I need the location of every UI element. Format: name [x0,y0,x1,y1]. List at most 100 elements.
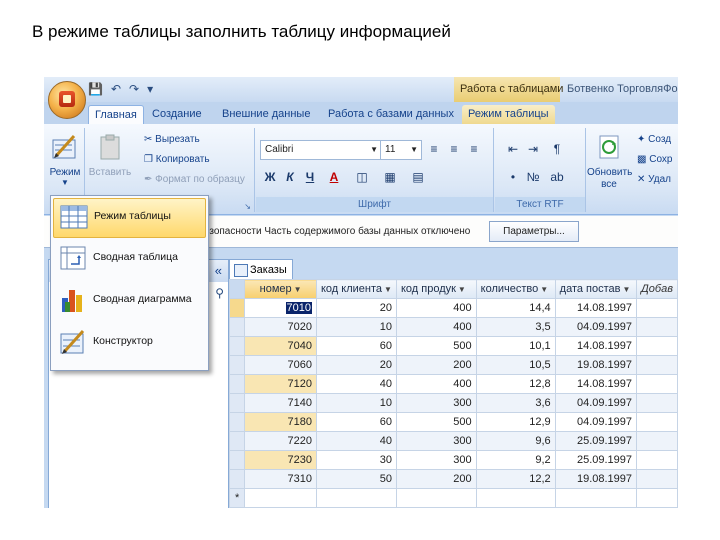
table-cell[interactable]: 3,5 [475,317,556,337]
table-cell[interactable]: 20 [315,355,397,375]
table-cell[interactable]: 10,1 [475,336,556,356]
table-cell[interactable]: 14.08.1997 [554,298,638,318]
row-selector[interactable] [228,355,246,375]
table-cell[interactable]: 12,2 [475,469,556,489]
table-tab-orders[interactable]: Заказы [229,259,293,279]
table-cell[interactable]: 19.08.1997 [554,469,638,489]
tab-external-data[interactable]: Внешние данные [216,105,316,124]
table-cell[interactable]: 04.09.1997 [554,393,638,413]
tab-database-tools[interactable]: Работа с базами данных [322,105,460,124]
dialog-launcher-icon[interactable]: ↘ [244,202,251,211]
select-all-corner[interactable] [228,279,246,299]
table-cell[interactable]: 10 [315,317,397,337]
italic-button[interactable]: К [280,168,300,186]
table-cell[interactable]: 30 [315,450,397,470]
table-cell[interactable]: 300 [395,393,477,413]
table-cell[interactable]: 60 [315,336,397,356]
table-cell[interactable] [636,450,678,470]
numbering-icon[interactable]: № [523,168,543,186]
table-cell[interactable]: 25.09.1997 [554,450,638,470]
table-cell[interactable]: 400 [395,298,477,318]
table-cell[interactable]: 9,2 [475,450,556,470]
table-cell[interactable]: 300 [395,450,477,470]
table-row[interactable]: 7020 10 400 3,5 04.09.1997 [228,317,678,337]
table-cell[interactable] [636,355,678,375]
view-button[interactable]: Режим ▼ [48,132,82,187]
table-cell[interactable]: 14,4 [475,298,556,318]
add-column-header[interactable]: Добав [636,279,678,299]
menu-item-datasheet-view[interactable]: Режим таблицы [53,198,206,238]
table-cell[interactable]: 7020 [244,317,317,337]
table-cell[interactable]: 10,5 [475,355,556,375]
table-cell[interactable]: 200 [395,469,477,489]
options-button[interactable]: Параметры... [489,221,579,242]
row-selector[interactable] [228,298,246,318]
menu-item-pivot-table[interactable]: Сводная таблица [53,240,204,278]
row-selector[interactable] [228,336,246,356]
table-cell[interactable]: 7220 [244,431,317,451]
table-cell[interactable] [636,412,678,432]
table-cell[interactable]: 25.09.1997 [554,431,638,451]
underline-button[interactable]: Ч [300,168,320,186]
chevron-down-icon[interactable]: ▼ [623,285,631,294]
table-cell[interactable]: 20 [315,298,397,318]
align-center-icon[interactable]: ≡ [444,140,464,158]
column-header[interactable]: дата постав ▼ [554,279,638,299]
align-left-icon[interactable]: ≡ [424,140,444,158]
row-selector[interactable] [228,393,246,413]
column-header[interactable]: количество ▼ [475,279,556,299]
row-selector[interactable] [228,374,246,394]
table-row[interactable]: 7120 40 400 12,8 14.08.1997 [228,374,678,394]
chevron-down-icon[interactable]: ▼ [384,285,392,294]
table-row[interactable]: 7010 20 400 14,4 14.08.1997 [228,298,678,318]
table-cell[interactable]: 9,6 [475,431,556,451]
column-header[interactable]: код продук ▼ [395,279,477,299]
table-cell[interactable] [636,336,678,356]
table-cell[interactable]: 19.08.1997 [554,355,638,375]
table-cell[interactable]: 500 [395,336,477,356]
table-cell[interactable] [315,488,397,508]
table-cell[interactable]: 14.08.1997 [554,374,638,394]
table-cell[interactable]: 7180 [244,412,317,432]
table-cell[interactable]: 7120 [244,374,317,394]
refresh-all-button[interactable]: Обновить все [587,132,632,191]
gridlines-icon[interactable]: ▦ [380,168,400,186]
new-record-row[interactable]: * [228,488,678,508]
table-cell[interactable]: 400 [395,374,477,394]
table-cell[interactable] [636,317,678,337]
table-cell[interactable]: 04.09.1997 [554,317,638,337]
cut-button[interactable]: ✂ Вырезать [144,134,200,145]
table-cell[interactable]: 50 [315,469,397,489]
table-row[interactable]: 7310 50 200 12,2 19.08.1997 [228,469,678,489]
alternate-fill-icon[interactable]: ▤ [408,168,428,186]
format-painter-button[interactable]: ✒ Формат по образцу [144,174,245,185]
redo-icon[interactable]: ↷ [129,82,139,96]
table-cell[interactable]: 12,8 [475,374,556,394]
collapse-icon[interactable]: « [215,263,222,278]
table-cell[interactable] [636,469,678,489]
table-cell[interactable]: 40 [315,374,397,394]
table-cell[interactable]: 04.09.1997 [554,412,638,432]
table-cell[interactable] [636,488,678,508]
table-cell[interactable]: 40 [315,431,397,451]
row-selector[interactable] [228,469,246,489]
copy-button[interactable]: ❐ Копировать [144,154,210,165]
table-row[interactable]: 7140 10 300 3,6 04.09.1997 [228,393,678,413]
table-cell[interactable]: 500 [395,412,477,432]
menu-item-pivot-chart[interactable]: Сводная диаграмма [53,282,204,320]
indent-decrease-icon[interactable]: ⇤ [503,140,523,158]
table-cell[interactable]: 200 [395,355,477,375]
table-row[interactable]: 7040 60 500 10,1 14.08.1997 [228,336,678,356]
table-row[interactable]: 7220 40 300 9,6 25.09.1997 [228,431,678,451]
row-selector[interactable] [228,431,246,451]
table-cell[interactable] [475,488,556,508]
tab-create[interactable]: Создание [146,105,208,124]
font-name-combo[interactable]: Calibri ▼ [260,140,382,160]
table-cell[interactable] [636,431,678,451]
table-cell[interactable]: 300 [395,431,477,451]
fill-color-icon[interactable]: ◫ [352,168,372,186]
table-cell[interactable] [244,488,317,508]
table-cell[interactable]: 7140 [244,393,317,413]
chevron-down-icon[interactable]: ▼ [458,285,466,294]
save-record-button[interactable]: ▩ Сохр [637,154,672,165]
